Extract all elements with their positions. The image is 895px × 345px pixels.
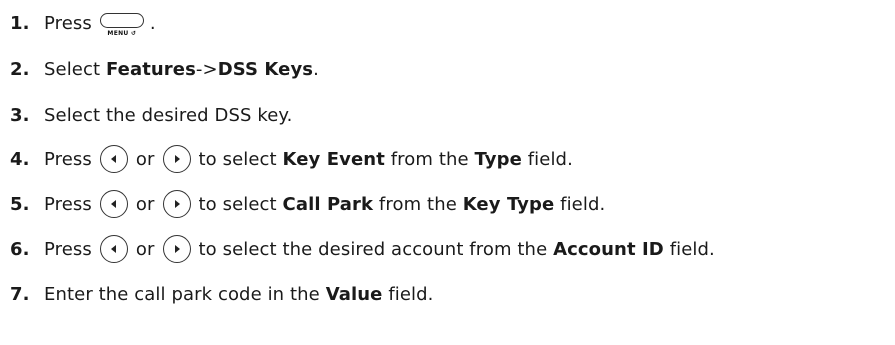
- step-text-or: or: [135, 193, 155, 215]
- step-text-press: Press: [44, 193, 92, 215]
- right-arrow-key-icon: [162, 190, 191, 218]
- menu-path-arrow: ->: [195, 58, 218, 80]
- step-text-from: from the: [390, 148, 469, 170]
- step-number: 1.: [10, 12, 30, 34]
- step-number: 6.: [10, 238, 30, 260]
- field-account-id: Account ID: [553, 238, 664, 260]
- step-text: Select Features -> DSS Keys.: [44, 59, 319, 80]
- procedure-steps: 1. Press MENU ↺ . 2. Select Features -> DS…: [0, 0, 895, 345]
- step-text: Press MENU ↺ .: [44, 11, 156, 38]
- left-arrow-key-icon: [99, 235, 128, 263]
- step-text: Press or to select Key Event from the Ty…: [44, 145, 573, 173]
- step-7: 7. Enter the call park code in the Value…: [0, 276, 433, 312]
- step-text-or: or: [135, 148, 155, 170]
- step-text-mid: to select: [198, 148, 277, 170]
- step-number: 4.: [10, 148, 30, 170]
- step-text-press: Press: [44, 238, 92, 260]
- step-5: 5. Press or to select Call Park from the…: [0, 186, 605, 222]
- step-text: Press or to select the desired account f…: [44, 235, 715, 263]
- menu-key-cap: [99, 13, 144, 28]
- step-number: 3.: [10, 104, 30, 126]
- menu-path-features: Features: [105, 58, 196, 80]
- step-text-lead: Select: [44, 58, 101, 80]
- step-text-end: field.: [669, 238, 715, 260]
- step-number: 2.: [10, 58, 30, 80]
- step-text-from: from the: [378, 193, 457, 215]
- field-value: Value: [325, 283, 383, 305]
- step-text-end: field.: [560, 193, 606, 215]
- right-arrow-key-icon: [162, 145, 191, 173]
- field-type: Type: [474, 148, 522, 170]
- step-text-end: field.: [388, 283, 434, 305]
- step-text-mid: to select: [198, 193, 277, 215]
- field-key-type: Key Type: [462, 193, 555, 215]
- step-6: 6. Press or to select the desired accoun…: [0, 231, 715, 267]
- option-call-park: Call Park: [282, 193, 374, 215]
- option-key-event: Key Event: [282, 148, 385, 170]
- step-4: 4. Press or to select Key Event from the…: [0, 141, 573, 177]
- menu-path-dss-keys: DSS Keys: [217, 58, 314, 80]
- menu-key-caption: MENU ↺: [107, 30, 137, 37]
- menu-key-icon: MENU ↺: [99, 13, 144, 37]
- step-2: 2. Select Features -> DSS Keys.: [0, 51, 319, 87]
- step-text-press: Press: [44, 12, 92, 34]
- step-text-end: .: [313, 58, 319, 80]
- step-text-end: field.: [527, 148, 573, 170]
- step-text: Enter the call park code in the Value fi…: [44, 284, 433, 305]
- step-number: 7.: [10, 283, 30, 305]
- step-text-end: .: [149, 12, 156, 34]
- left-arrow-key-icon: [99, 190, 128, 218]
- step-text-press: Press: [44, 148, 92, 170]
- step-text: Press or to select Call Park from the Ke…: [44, 190, 605, 218]
- step-1: 1. Press MENU ↺ .: [0, 5, 156, 41]
- step-text-mid: to select the desired account from the: [198, 238, 548, 260]
- step-text: Select the desired DSS key.: [44, 104, 293, 126]
- step-text-or: or: [135, 238, 155, 260]
- step-3: 3. Select the desired DSS key.: [0, 97, 292, 133]
- left-arrow-key-icon: [99, 145, 128, 173]
- right-arrow-key-icon: [162, 235, 191, 263]
- step-number: 5.: [10, 193, 30, 215]
- step-text-lead: Enter the call park code in the: [44, 283, 320, 305]
